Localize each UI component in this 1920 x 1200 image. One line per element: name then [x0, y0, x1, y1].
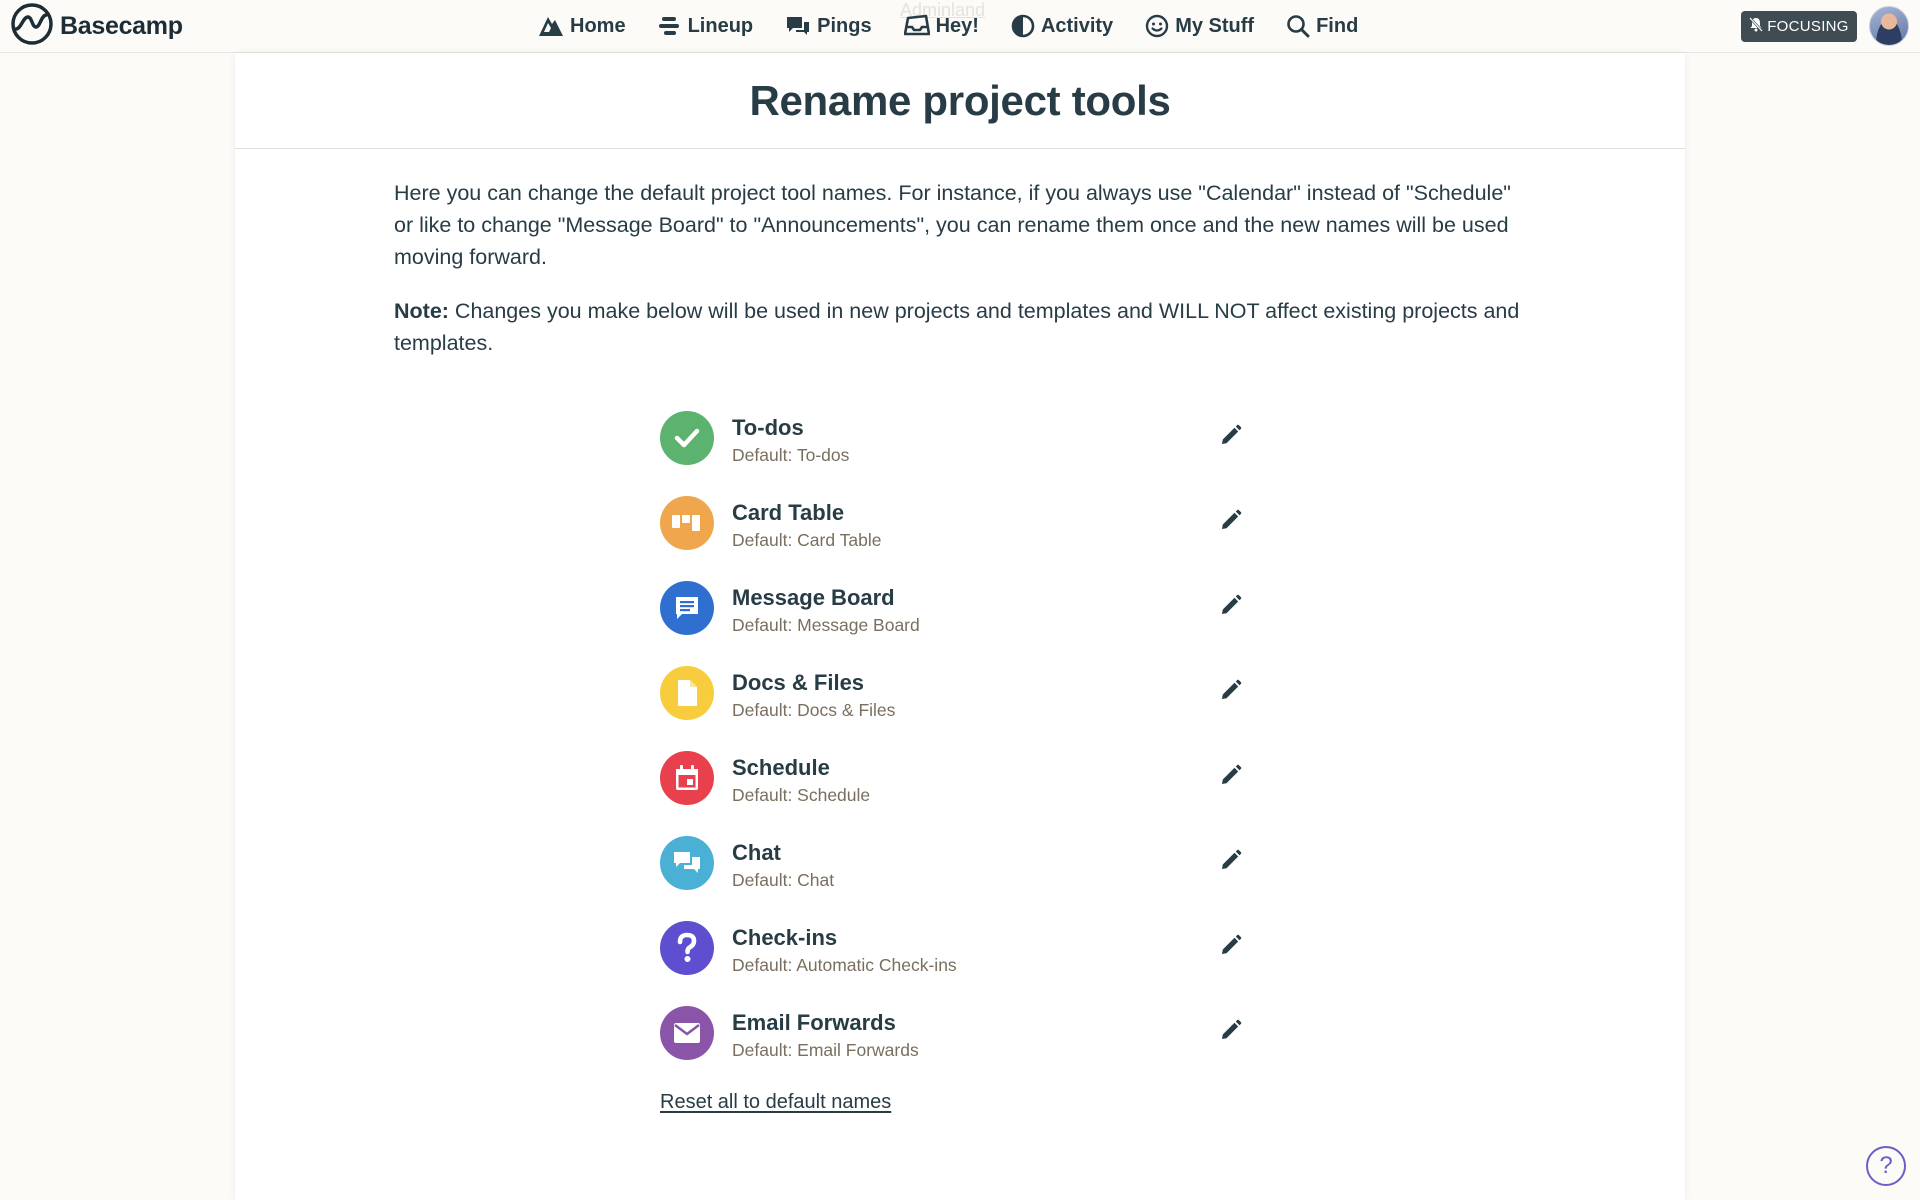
nav-pings[interactable]: Pings	[785, 8, 872, 44]
nav-home[interactable]: Home	[538, 8, 626, 44]
nav-my-stuff-label: My Stuff	[1175, 14, 1255, 37]
smiley-face-icon	[1145, 14, 1169, 38]
nav-lineup[interactable]: Lineup	[658, 8, 754, 44]
nav-activity-label: Activity	[1040, 14, 1114, 37]
pencil-icon	[1222, 764, 1242, 784]
checkmark-icon	[660, 411, 714, 465]
help-button[interactable]: ?	[1866, 1146, 1906, 1186]
intro-text: Here you can change the default project …	[394, 181, 1511, 269]
pencil-icon	[1222, 934, 1242, 954]
edit-docs-files-button[interactable]	[1216, 675, 1246, 705]
page-title: Rename project tools	[749, 76, 1171, 124]
pings-chat-icon	[785, 14, 811, 38]
tool-list: To-dos Default: To-dos Card Table Defaul…	[660, 411, 1260, 1091]
avatar[interactable]	[1869, 6, 1909, 46]
nav-find[interactable]: Find	[1286, 8, 1358, 44]
edit-email-forwards-button[interactable]	[1216, 1015, 1246, 1045]
edit-card-table-button[interactable]	[1216, 505, 1246, 535]
lineup-icon	[658, 15, 682, 37]
pencil-icon	[1222, 594, 1242, 614]
tool-default-name: Default: Chat	[732, 870, 835, 890]
pencil-icon	[1222, 509, 1242, 529]
brand-name: Basecamp	[60, 11, 183, 40]
chat-bubbles-icon	[660, 836, 714, 890]
nav-pings-label: Pings	[817, 14, 872, 37]
top-navigation: Basecamp Adminland Home Lineup Pings Hey…	[0, 0, 1920, 53]
tool-default-name: Default: Email Forwards	[732, 1040, 919, 1060]
home-mountain-icon	[538, 14, 564, 38]
tool-name: Docs & Files	[732, 670, 865, 695]
tool-row-email-forwards: Email Forwards Default: Email Forwards	[660, 1006, 1260, 1091]
edit-message-board-button[interactable]	[1216, 590, 1246, 620]
tool-row-schedule: Schedule Default: Schedule	[660, 751, 1260, 836]
tool-row-todos: To-dos Default: To-dos	[660, 411, 1260, 496]
message-board-icon	[660, 581, 714, 635]
tool-name: Email Forwards	[732, 1010, 896, 1035]
tool-row-chat: Chat Default: Chat	[660, 836, 1260, 921]
card-table-icon	[660, 496, 714, 550]
nav-find-label: Find	[1316, 14, 1359, 37]
question-mark-icon	[660, 921, 714, 975]
document-icon	[660, 666, 714, 720]
tool-name: To-dos	[732, 415, 804, 440]
tool-name: Card Table	[732, 500, 845, 525]
main-card: Rename project tools Here you can change…	[235, 53, 1685, 1200]
calendar-icon	[660, 751, 714, 805]
tool-row-check-ins: Check-ins Default: Automatic Check-ins	[660, 921, 1260, 1006]
basecamp-logo-icon	[10, 2, 54, 51]
nav-lineup-label: Lineup	[687, 14, 754, 37]
activity-half-circle-icon	[1011, 14, 1035, 38]
brand-home-link[interactable]: Basecamp	[10, 2, 183, 46]
tool-row-card-table: Card Table Default: Card Table	[660, 496, 1260, 581]
edit-schedule-button[interactable]	[1216, 760, 1246, 790]
help-question-icon: ?	[1879, 1152, 1893, 1179]
tool-default-name: Default: Automatic Check-ins	[732, 955, 957, 975]
nav-activity[interactable]: Activity	[1011, 8, 1113, 44]
nav-hey[interactable]: Hey!	[903, 8, 979, 44]
tool-name: Chat	[732, 840, 781, 865]
edit-chat-button[interactable]	[1216, 845, 1246, 875]
note-body: Changes you make below will be used in n…	[394, 299, 1520, 355]
tool-default-name: Default: Message Board	[732, 615, 920, 635]
reset-default-names-link[interactable]: Reset all to default names	[660, 1091, 891, 1114]
tool-row-docs-files: Docs & Files Default: Docs & Files	[660, 666, 1260, 751]
tool-name: Check-ins	[732, 925, 838, 950]
tool-default-name: Default: Schedule	[732, 785, 871, 805]
envelope-icon	[660, 1006, 714, 1060]
nav-home-label: Home	[570, 14, 626, 37]
page-header: Rename project tools	[235, 53, 1685, 149]
bell-slash-icon	[1749, 17, 1764, 36]
pencil-icon	[1222, 1019, 1242, 1039]
note-label: Note:	[394, 299, 449, 323]
pencil-icon	[1222, 849, 1242, 869]
note-text: Note: Changes you make below will be use…	[394, 295, 1534, 359]
inbox-tray-icon	[903, 14, 930, 38]
tool-row-message-board: Message Board Default: Message Board	[660, 581, 1260, 666]
tool-default-name: Default: To-dos	[732, 445, 850, 465]
pencil-icon	[1222, 679, 1242, 699]
pencil-icon	[1222, 424, 1242, 444]
tool-default-name: Default: Card Table	[732, 530, 882, 550]
nav-my-stuff[interactable]: My Stuff	[1145, 8, 1254, 44]
tool-name: Message Board	[732, 585, 895, 610]
nav-hey-label: Hey!	[935, 14, 979, 37]
tool-name: Schedule	[732, 755, 830, 780]
edit-todos-button[interactable]	[1216, 420, 1246, 450]
focusing-toggle[interactable]: FOCUSING	[1741, 11, 1857, 42]
tool-default-name: Default: Docs & Files	[732, 700, 896, 720]
edit-check-ins-button[interactable]	[1216, 930, 1246, 960]
magnifier-icon	[1286, 14, 1310, 38]
focusing-label: FOCUSING	[1767, 18, 1849, 35]
primary-nav: Home Lineup Pings Hey! Activity My Stuff…	[538, 8, 1390, 44]
